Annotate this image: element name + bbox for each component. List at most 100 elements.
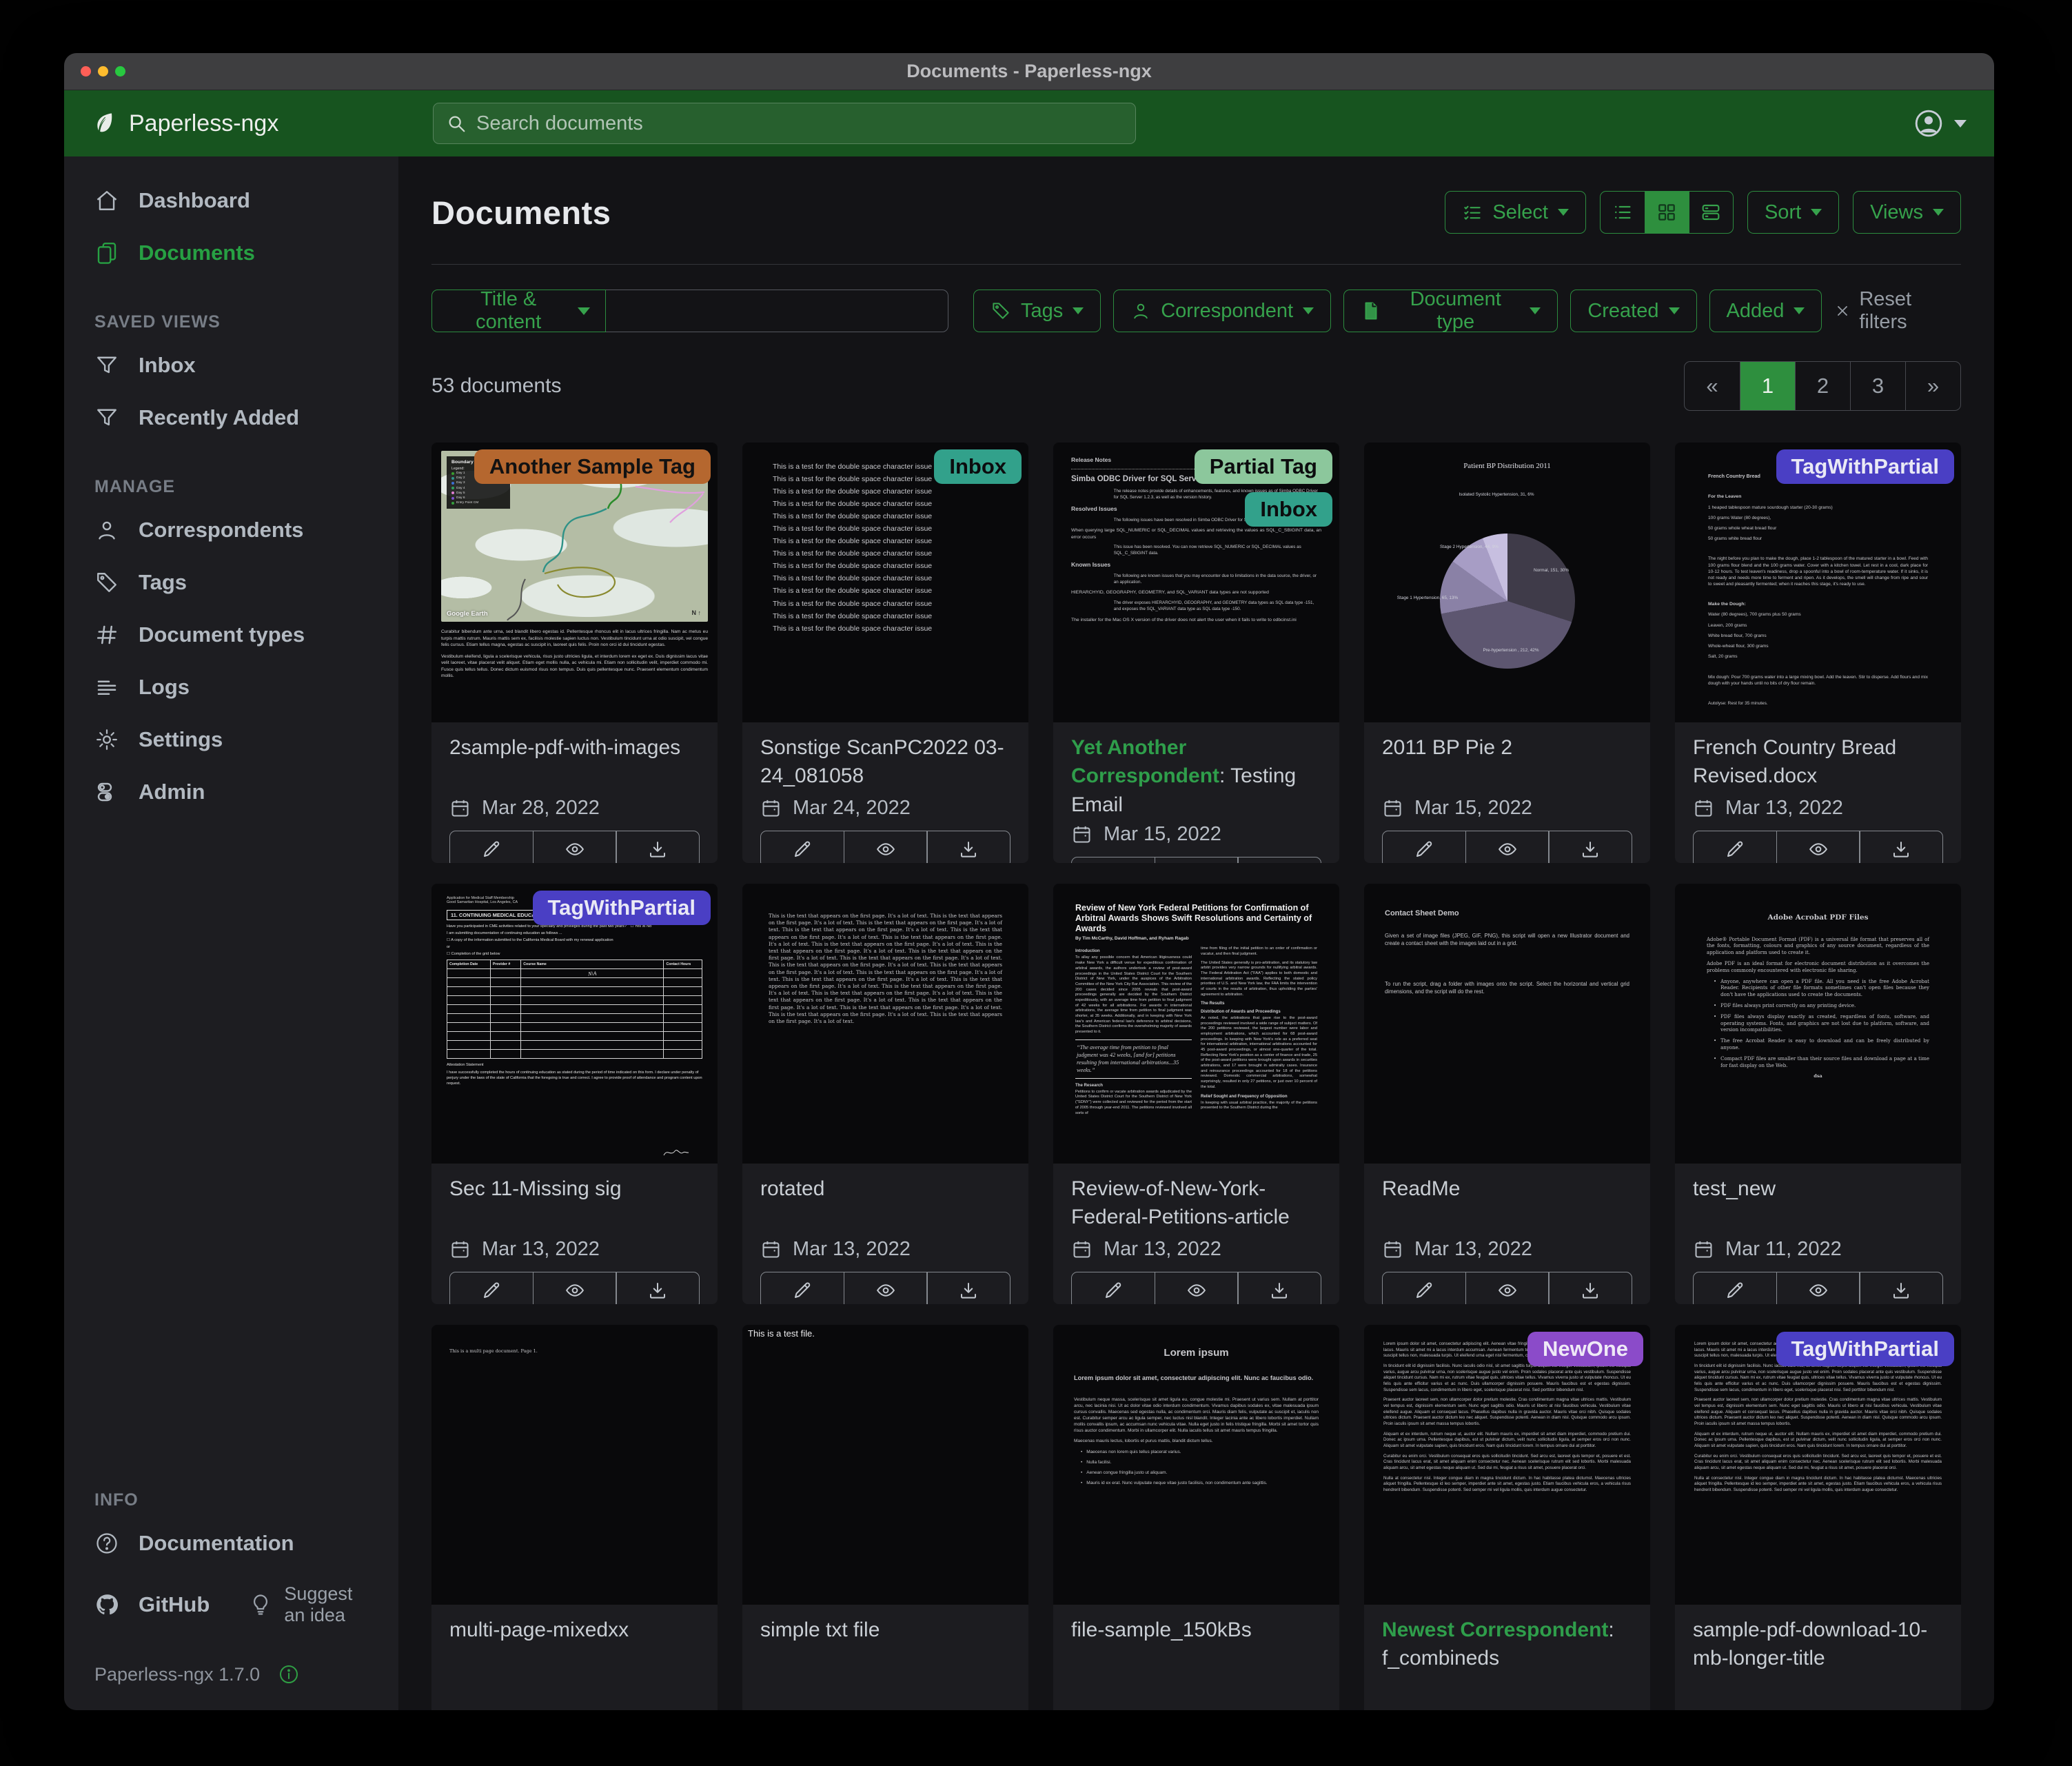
select-button[interactable]: Select: [1445, 191, 1586, 234]
document-thumbnail[interactable]: Patient BP Distribution 2011Normal, 151,…: [1364, 443, 1650, 722]
tag-badge-partial-tag[interactable]: Partial Tag: [1195, 449, 1332, 484]
filter-title-content-button[interactable]: Title & content: [431, 290, 606, 332]
reset-filters-button[interactable]: Reset filters: [1834, 288, 1961, 334]
document-correspondent-link[interactable]: Newest Correspondent: [1382, 1618, 1608, 1641]
document-thumbnail[interactable]: Lorem ipsum dolor sit amet, consectetur …: [1364, 1325, 1650, 1605]
view-document-button[interactable]: [1776, 831, 1860, 863]
tag-badge-another-sample-tag[interactable]: Another Sample Tag: [474, 449, 711, 484]
sidebar-item-admin[interactable]: Admin: [64, 766, 398, 818]
pagination-button-3[interactable]: 3: [1850, 362, 1905, 410]
document-thumbnail[interactable]: This is a test for the double space char…: [742, 443, 1028, 722]
view-document-button[interactable]: [533, 831, 617, 863]
sidebar-item-suggest-an-idea[interactable]: Suggest an idea: [240, 1570, 398, 1640]
sidebar-item-recently-added[interactable]: Recently Added: [64, 392, 398, 444]
document-card[interactable]: Contact Sheet DemoGiven a set of image f…: [1364, 884, 1650, 1304]
filter-correspondent-button[interactable]: Correspondent: [1113, 290, 1331, 332]
download-document-button[interactable]: [1237, 857, 1321, 863]
filter-added-button[interactable]: Added: [1709, 290, 1822, 332]
document-card[interactable]: Lorem ipsum dolor sit amet, consectetur …: [1675, 1325, 1961, 1710]
edit-document-button[interactable]: [1382, 831, 1466, 863]
sidebar-item-document-types[interactable]: Document types: [64, 609, 398, 661]
document-thumbnail[interactable]: This is a test file.: [742, 1325, 1028, 1605]
document-card[interactable]: Boundary Waters TripLegend:Day 1Day 2Day…: [431, 443, 718, 863]
download-document-button[interactable]: [1859, 1272, 1943, 1304]
pagination-prev-button[interactable]: «: [1685, 362, 1740, 410]
download-document-button[interactable]: [1237, 1272, 1321, 1304]
filter-document-type-button[interactable]: Document type: [1343, 290, 1558, 332]
view-document-button[interactable]: [533, 1272, 617, 1304]
view-document-button[interactable]: [844, 1272, 928, 1304]
document-thumbnail[interactable]: French Country BreadFor the Leaven1 heap…: [1675, 443, 1961, 722]
document-thumbnail[interactable]: This is the text that appears on the fir…: [742, 884, 1028, 1164]
download-document-button[interactable]: [1859, 831, 1943, 863]
document-card[interactable]: Lorem ipsum dolor sit amet, consectetur …: [1364, 1325, 1650, 1710]
document-thumbnail[interactable]: Lorem ipsumLorem ipsum dolor sit amet, c…: [1053, 1325, 1339, 1605]
view-document-button[interactable]: [1155, 857, 1239, 863]
view-list-button[interactable]: [1601, 192, 1645, 233]
document-card[interactable]: Adobe Acrobat PDF FilesAdobe® Portable D…: [1675, 884, 1961, 1304]
download-document-button[interactable]: [926, 831, 1010, 863]
document-card[interactable]: Application for Medical Staff Membership…: [431, 884, 718, 1304]
document-card[interactable]: This is the text that appears on the fir…: [742, 884, 1028, 1304]
brand-link[interactable]: Paperless-ngx: [90, 110, 278, 137]
document-thumbnail[interactable]: Release NotesSimba ODBC Driver for SQL S…: [1053, 443, 1339, 722]
download-document-button[interactable]: [926, 1272, 1010, 1304]
document-card[interactable]: This is a multi page document. Page 1.mu…: [431, 1325, 718, 1710]
document-card[interactable]: Lorem ipsumLorem ipsum dolor sit amet, c…: [1053, 1325, 1339, 1710]
document-thumbnail[interactable]: Contact Sheet DemoGiven a set of image f…: [1364, 884, 1650, 1164]
download-document-button[interactable]: [616, 831, 700, 863]
sidebar-item-dashboard[interactable]: Dashboard: [64, 174, 398, 227]
filter-tags-button[interactable]: Tags: [973, 290, 1101, 332]
tag-badge-tagwithpartial[interactable]: TagWithPartial: [1776, 449, 1954, 484]
view-grid-button[interactable]: [1645, 192, 1689, 233]
pagination-button-2[interactable]: 2: [1795, 362, 1850, 410]
edit-document-button[interactable]: [1071, 1272, 1155, 1304]
view-document-button[interactable]: [1155, 1272, 1239, 1304]
close-window-button[interactable]: [81, 66, 91, 77]
tag-badge-tagwithpartial[interactable]: TagWithPartial: [533, 891, 711, 925]
user-menu[interactable]: [1913, 90, 1967, 156]
sidebar-item-documents[interactable]: Documents: [64, 227, 398, 279]
filter-created-button[interactable]: Created: [1570, 290, 1696, 332]
edit-document-button[interactable]: [1382, 1272, 1466, 1304]
download-document-button[interactable]: [616, 1272, 700, 1304]
document-correspondent-link[interactable]: Yet Another Correspondent: [1071, 736, 1219, 787]
edit-document-button[interactable]: [449, 831, 534, 863]
download-document-button[interactable]: [1548, 1272, 1632, 1304]
document-thumbnail[interactable]: Boundary Waters TripLegend:Day 1Day 2Day…: [431, 443, 718, 722]
zoom-window-button[interactable]: [115, 66, 125, 77]
sidebar-item-documentation[interactable]: Documentation: [64, 1517, 398, 1570]
view-document-button[interactable]: [1776, 1272, 1860, 1304]
download-document-button[interactable]: [1548, 831, 1632, 863]
edit-document-button[interactable]: [1693, 831, 1777, 863]
minimize-window-button[interactable]: [98, 66, 108, 77]
sidebar-item-tags[interactable]: Tags: [64, 556, 398, 609]
tag-badge-newone[interactable]: NewOne: [1527, 1332, 1643, 1366]
sort-button[interactable]: Sort: [1747, 191, 1839, 234]
edit-document-button[interactable]: [760, 1272, 844, 1304]
document-card[interactable]: Release NotesSimba ODBC Driver for SQL S…: [1053, 443, 1339, 863]
tag-badge-inbox[interactable]: Inbox: [1245, 492, 1332, 527]
edit-document-button[interactable]: [449, 1272, 534, 1304]
edit-document-button[interactable]: [1071, 857, 1155, 863]
pagination-button-1[interactable]: 1: [1740, 362, 1795, 410]
view-document-button[interactable]: [1465, 831, 1550, 863]
view-document-button[interactable]: [1465, 1272, 1550, 1304]
document-card[interactable]: Patient BP Distribution 2011Normal, 151,…: [1364, 443, 1650, 863]
document-thumbnail[interactable]: Lorem ipsum dolor sit amet, consectetur …: [1675, 1325, 1961, 1605]
pagination-next-button[interactable]: »: [1905, 362, 1960, 410]
tag-badge-inbox[interactable]: Inbox: [934, 449, 1022, 484]
sidebar-item-logs[interactable]: Logs: [64, 661, 398, 713]
document-card[interactable]: This is a test file.simple txt file: [742, 1325, 1028, 1710]
search-box[interactable]: [433, 103, 1136, 144]
sidebar-item-github[interactable]: GitHub: [64, 1579, 240, 1631]
filter-query-input[interactable]: [606, 290, 948, 332]
document-thumbnail[interactable]: This is a multi page document. Page 1.: [431, 1325, 718, 1605]
tag-badge-tagwithpartial[interactable]: TagWithPartial: [1776, 1332, 1954, 1366]
sidebar-item-correspondents[interactable]: Correspondents: [64, 504, 398, 556]
document-card[interactable]: Review of New York Federal Petitions for…: [1053, 884, 1339, 1304]
document-thumbnail[interactable]: Application for Medical Staff Membership…: [431, 884, 718, 1164]
sidebar-item-settings[interactable]: Settings: [64, 713, 398, 766]
document-thumbnail[interactable]: Adobe Acrobat PDF FilesAdobe® Portable D…: [1675, 884, 1961, 1164]
document-card[interactable]: This is a test for the double space char…: [742, 443, 1028, 863]
